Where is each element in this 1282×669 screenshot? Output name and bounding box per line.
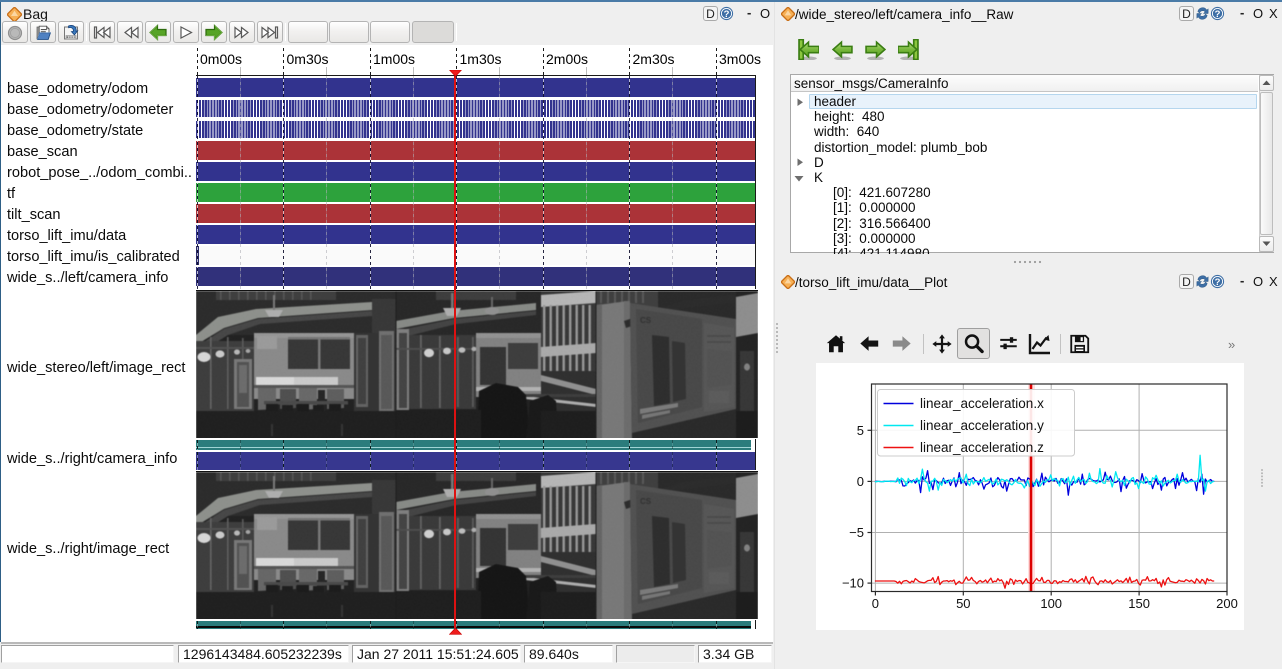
svg-text:linear_acceleration.y: linear_acceleration.y <box>920 418 1044 433</box>
svg-text:?: ? <box>1215 277 1221 288</box>
svg-text:linear_acceleration.z: linear_acceleration.z <box>920 440 1044 455</box>
svg-text:0: 0 <box>857 474 864 489</box>
svg-text:150: 150 <box>1128 596 1150 611</box>
svg-text:linear_acceleration.x: linear_acceleration.x <box>920 396 1044 411</box>
svg-text:5: 5 <box>857 423 864 438</box>
svg-text:?: ? <box>724 9 730 20</box>
svg-text:−10: −10 <box>842 576 864 591</box>
svg-text:100: 100 <box>1040 596 1062 611</box>
svg-text:50: 50 <box>956 596 970 611</box>
svg-text:200: 200 <box>1216 596 1238 611</box>
svg-text:−5: −5 <box>849 525 864 540</box>
svg-text:?: ? <box>1215 9 1221 20</box>
svg-text:0: 0 <box>872 596 879 611</box>
